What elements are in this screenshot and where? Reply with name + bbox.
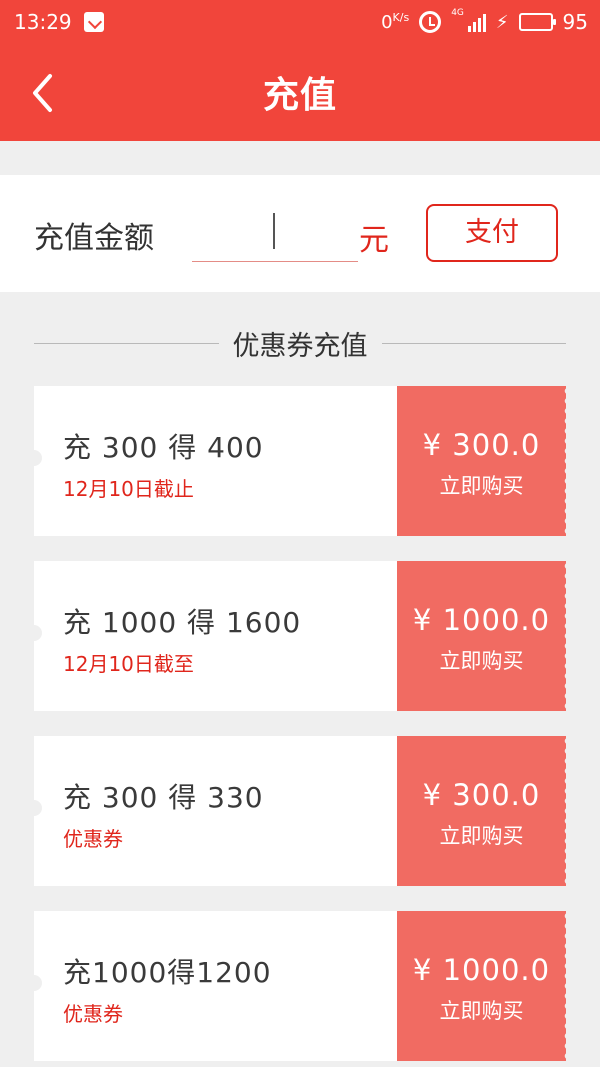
- coupon-card[interactable]: 充1000得1200 优惠券 ¥ 1000.0 立即购买: [26, 911, 570, 1061]
- divider-left: [34, 342, 219, 344]
- network-speed: 0K/s: [381, 11, 409, 33]
- amount-unit: 元: [359, 223, 389, 258]
- coupon-note: 优惠券: [63, 827, 123, 851]
- title-bar: 充值: [0, 44, 600, 141]
- buy-now-button[interactable]: 立即购买: [397, 645, 566, 675]
- amount-input[interactable]: [192, 205, 358, 262]
- coupon-section-heading: 优惠券充值: [34, 325, 566, 362]
- coupon-offer: 充1000得1200: [63, 956, 272, 989]
- coupon-note: 12月10日截至: [63, 652, 194, 676]
- coupon-offer: 充 300 得 330: [63, 781, 264, 814]
- coupon-buy-area[interactable]: ¥ 1000.0 立即购买: [397, 911, 570, 1061]
- coupon-price: ¥ 1000.0: [412, 603, 551, 637]
- coupon-price: ¥ 1000.0: [412, 953, 551, 987]
- battery-level: 95: [562, 10, 588, 34]
- section-title: 优惠券充值: [232, 330, 368, 362]
- coupon-card[interactable]: 充 300 得 400 12月10日截止 ¥ 300.0 立即购买: [26, 386, 570, 536]
- network-type: 4G: [451, 8, 464, 18]
- coupon-note: 优惠券: [63, 1002, 123, 1026]
- charging-icon: ⚡: [495, 11, 509, 33]
- battery-icon: [518, 13, 556, 31]
- divider-right: [381, 342, 566, 344]
- buy-now-button[interactable]: 立即购买: [397, 820, 566, 850]
- amount-row: 充值金额 元 支付: [0, 175, 600, 292]
- coupon-offer: 充 1000 得 1600: [63, 606, 302, 639]
- coupon-price: ¥ 300.0: [422, 778, 541, 812]
- status-time: 13:29: [14, 10, 72, 34]
- coupon-notch: [26, 800, 42, 816]
- alarm-icon: [419, 11, 442, 33]
- status-right: 0K/s 4G ⚡ 95: [381, 8, 588, 34]
- signal-icon: [467, 12, 486, 32]
- page-title: 充值: [262, 75, 337, 116]
- coupon-buy-area[interactable]: ¥ 300.0 立即购买: [397, 386, 570, 536]
- coupon-buy-area[interactable]: ¥ 300.0 立即购买: [397, 736, 570, 886]
- coupon-buy-area[interactable]: ¥ 1000.0 立即购买: [397, 561, 570, 711]
- coupon-notch: [26, 450, 42, 466]
- status-bar: 13:29 0K/s 4G ⚡ 95: [0, 0, 600, 44]
- coupon-card[interactable]: 充 1000 得 1600 12月10日截至 ¥ 1000.0 立即购买: [26, 561, 570, 711]
- coupon-price: ¥ 300.0: [422, 428, 541, 462]
- coupon-card[interactable]: 充 300 得 330 优惠券 ¥ 300.0 立即购买: [26, 736, 570, 886]
- coupon-offer: 充 300 得 400: [63, 431, 264, 464]
- notification-icon: [83, 12, 104, 32]
- buy-now-button[interactable]: 立即购买: [397, 995, 566, 1025]
- network-speed-unit: K/s: [392, 11, 410, 24]
- text-caret: [273, 213, 275, 249]
- buy-now-button[interactable]: 立即购买: [397, 470, 566, 500]
- coupon-notch: [26, 625, 42, 641]
- recharge-page: 13:29 0K/s 4G ⚡ 95 充值 充值金额 元 支付 优惠券充值 充 …: [0, 0, 600, 1067]
- coupon-notch: [26, 975, 42, 991]
- pay-button[interactable]: 支付: [426, 204, 558, 262]
- network-speed-value: 0: [381, 12, 393, 33]
- coupon-note: 12月10日截止: [63, 477, 194, 501]
- amount-label: 充值金额: [34, 221, 154, 256]
